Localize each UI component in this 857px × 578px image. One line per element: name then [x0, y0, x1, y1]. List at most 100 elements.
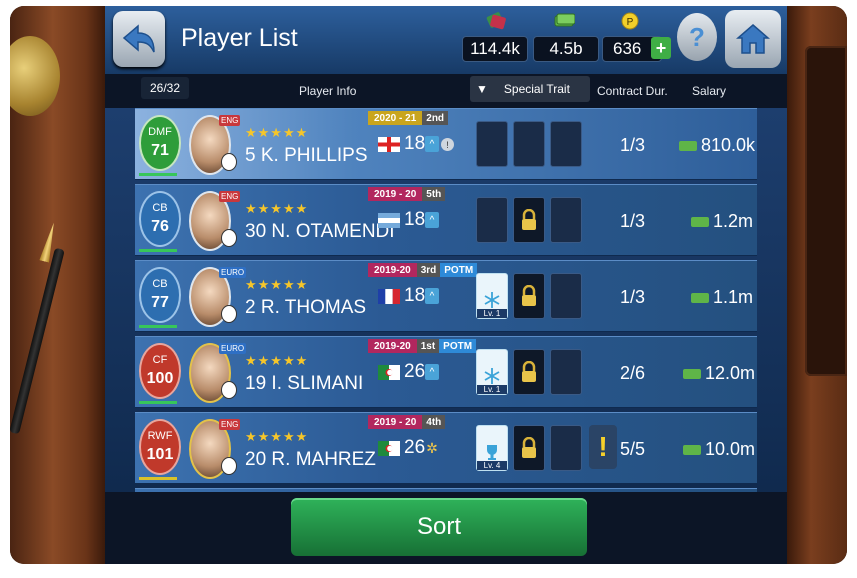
salary-value: 810.0k	[679, 135, 755, 156]
trait-slot-empty[interactable]	[550, 273, 582, 319]
game-screen: Player List 114.4k 4.5b P 636 + ? 26/32 …	[105, 6, 787, 564]
home-button[interactable]	[725, 10, 781, 68]
cash-icon	[691, 292, 709, 303]
player-list: DMF 71 ENG ★★★★★ 5 K. PHILLIPS 2020 - 21…	[105, 108, 787, 492]
salary-amount: 1.1m	[713, 287, 754, 307]
fitness-bar	[139, 401, 177, 404]
help-button[interactable]: ?	[677, 13, 717, 61]
league-tag: ENG	[219, 419, 241, 430]
club-crest-icon	[221, 381, 237, 399]
cash-icon	[691, 216, 709, 227]
season-badge: 2019-20 3rd POTM	[368, 263, 478, 277]
fitness-bar	[139, 477, 177, 480]
season-year: 2020 - 21	[368, 111, 423, 125]
trait-slot-empty[interactable]	[550, 197, 582, 243]
trend-up-icon: ^	[425, 288, 439, 304]
trait-slot-locked[interactable]	[513, 273, 545, 319]
algeria-flag-icon	[378, 365, 400, 380]
player-row-phillips[interactable]: DMF 71 ENG ★★★★★ 5 K. PHILLIPS 2020 - 21…	[135, 108, 757, 180]
cash-icon	[683, 368, 701, 379]
trait-slot-empty[interactable]	[550, 121, 582, 167]
position-badge: RWF 101	[141, 421, 179, 473]
star-rating: ★★★★★	[245, 125, 309, 140]
back-button[interactable]	[113, 11, 165, 67]
trait-slot-empty[interactable]	[513, 121, 545, 167]
position-label: CB	[152, 278, 168, 290]
player-row-otamendi[interactable]: CB 76 ENG ★★★★★ 30 N. OTAMENDI 2019 - 20…	[135, 184, 757, 256]
condition-icon: ✲	[426, 439, 438, 456]
column-header-bar	[105, 74, 787, 108]
trait-slot-locked[interactable]	[513, 349, 545, 395]
club-crest-icon	[221, 305, 237, 323]
player-name: 5 K. PHILLIPS	[245, 145, 368, 166]
player-age: 18	[404, 285, 426, 306]
page-title: Player List	[181, 24, 298, 52]
info-icon[interactable]: !	[441, 138, 454, 151]
trait-level: Lv. 1	[477, 385, 507, 394]
home-icon	[736, 24, 770, 54]
trait-slot-empty[interactable]	[476, 121, 508, 167]
england-flag-icon	[378, 137, 400, 152]
player-row-mahrez[interactable]: RWF 101 ENG ★★★★★ 20 R. MAHREZ 2019 - 20…	[135, 412, 757, 484]
device-frame: Player List 114.4k 4.5b P 636 + ? 26/32 …	[10, 6, 847, 564]
season-badge: 2019 - 20 5th	[368, 187, 446, 201]
position-label: RWF	[147, 430, 173, 442]
sort-down-icon: ▼	[476, 82, 488, 96]
league-tag: EURO	[219, 267, 247, 278]
trait-slot-empty[interactable]	[550, 349, 582, 395]
fitness-bar	[139, 173, 177, 176]
column-contract[interactable]: Contract Dur.	[597, 84, 668, 98]
trait-slot-empty[interactable]	[550, 425, 582, 471]
add-points-button[interactable]: +	[651, 37, 671, 59]
player-age: 26	[404, 361, 426, 382]
position-badge: CB 77	[141, 269, 179, 321]
fitness-bar	[139, 325, 177, 328]
overall-rating: 100	[146, 370, 174, 387]
exclamation-icon: !	[598, 431, 608, 462]
season-year: 2019-20	[368, 339, 417, 353]
player-row-thomas[interactable]: CB 77 EURO ★★★★★ 2 R. THOMAS 2019-20 3rd…	[135, 260, 757, 332]
column-salary[interactable]: Salary	[692, 84, 726, 98]
position-badge: CB 76	[141, 193, 179, 245]
salary-value: 1.2m	[691, 211, 753, 232]
salary-amount: 810.0k	[701, 135, 756, 155]
column-special-trait[interactable]: ▼ Special Trait	[470, 76, 590, 102]
trait-slot-trophy[interactable]: Lv. 4	[476, 425, 508, 471]
trait-slot-ice[interactable]: Lv. 1	[476, 273, 508, 319]
league-tag: EURO	[219, 343, 247, 354]
star-rating: ★★★★★	[245, 277, 309, 292]
salary-amount: 1.2m	[713, 211, 754, 231]
contract-duration: 1/3	[620, 287, 646, 307]
leather-notebook-decoration	[805, 46, 847, 376]
wood-background-left	[10, 6, 105, 564]
season-rank: 4th	[422, 415, 446, 429]
trait-slot-locked[interactable]	[513, 197, 545, 243]
trend-up-icon: ^	[425, 136, 439, 152]
season-badge: 2019-20 1st POTM	[368, 339, 477, 353]
player-name: 20 R. MAHREZ	[245, 449, 376, 470]
contract-duration: 5/5	[620, 439, 646, 459]
season-rank: 3rd	[416, 263, 441, 277]
argentina-flag-icon	[378, 213, 400, 228]
star-rating: ★★★★★	[245, 201, 309, 216]
overall-rating: 77	[151, 294, 169, 311]
wood-background-right	[787, 6, 847, 564]
position-badge: DMF 71	[141, 117, 179, 169]
sort-button[interactable]: Sort	[291, 498, 587, 556]
plus-icon: +	[655, 37, 667, 58]
player-name: 19 I. SLIMANI	[245, 373, 364, 394]
player-age: 18	[404, 133, 426, 154]
player-row-slimani[interactable]: CF 100 EURO ★★★★★ 19 I. SLIMANI 2019-20 …	[135, 336, 757, 408]
trend-up-icon: ^	[425, 364, 439, 380]
trait-slot-empty[interactable]	[476, 197, 508, 243]
cash-icon	[683, 444, 701, 455]
trait-slot-locked[interactable]	[513, 425, 545, 471]
season-year: 2019 - 20	[368, 415, 423, 429]
contract-alert-button[interactable]: !	[589, 425, 617, 469]
lock-icon	[522, 361, 536, 382]
league-tag: ENG	[219, 191, 241, 202]
season-year: 2019-20	[368, 263, 417, 277]
trait-slot-ice[interactable]: Lv. 1	[476, 349, 508, 395]
header-bar: Player List 114.4k 4.5b P 636 + ?	[105, 6, 787, 74]
column-player-info[interactable]: Player Info	[299, 84, 356, 98]
